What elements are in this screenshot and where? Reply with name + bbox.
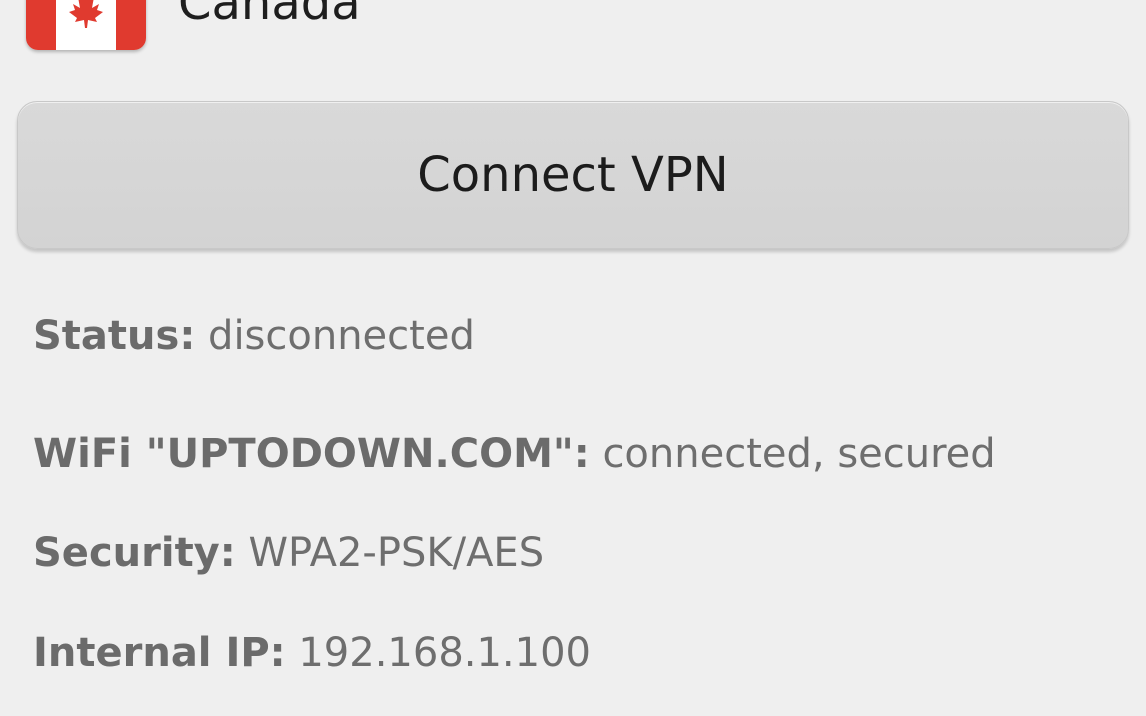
security-row: Security: WPA2-PSK/AES (33, 533, 544, 573)
flag-red-band-right (116, 0, 146, 50)
status-row: Status: disconnected (33, 316, 475, 356)
server-selector[interactable]: Canada (26, 0, 361, 50)
internal-ip-label: Internal IP: (33, 630, 286, 676)
flag-red-band-left (26, 0, 56, 50)
security-value: WPA2-PSK/AES (248, 530, 545, 576)
wifi-value: connected, secured (602, 431, 996, 477)
internal-ip-row: Internal IP: 192.168.1.100 (33, 633, 591, 673)
status-value: disconnected (208, 313, 475, 359)
country-name: Canada (178, 0, 361, 31)
maple-leaf-icon (69, 0, 103, 28)
internal-ip-value: 192.168.1.100 (298, 630, 591, 676)
flag-white-band (56, 0, 116, 50)
status-label: Status: (33, 313, 196, 359)
connect-vpn-button[interactable]: Connect VPN (17, 101, 1129, 249)
wifi-row: WiFi "UPTODOWN.COM": connected, secured (33, 434, 996, 474)
wifi-label: WiFi "UPTODOWN.COM": (33, 431, 590, 477)
canada-flag-icon (26, 0, 146, 50)
security-label: Security: (33, 530, 236, 576)
